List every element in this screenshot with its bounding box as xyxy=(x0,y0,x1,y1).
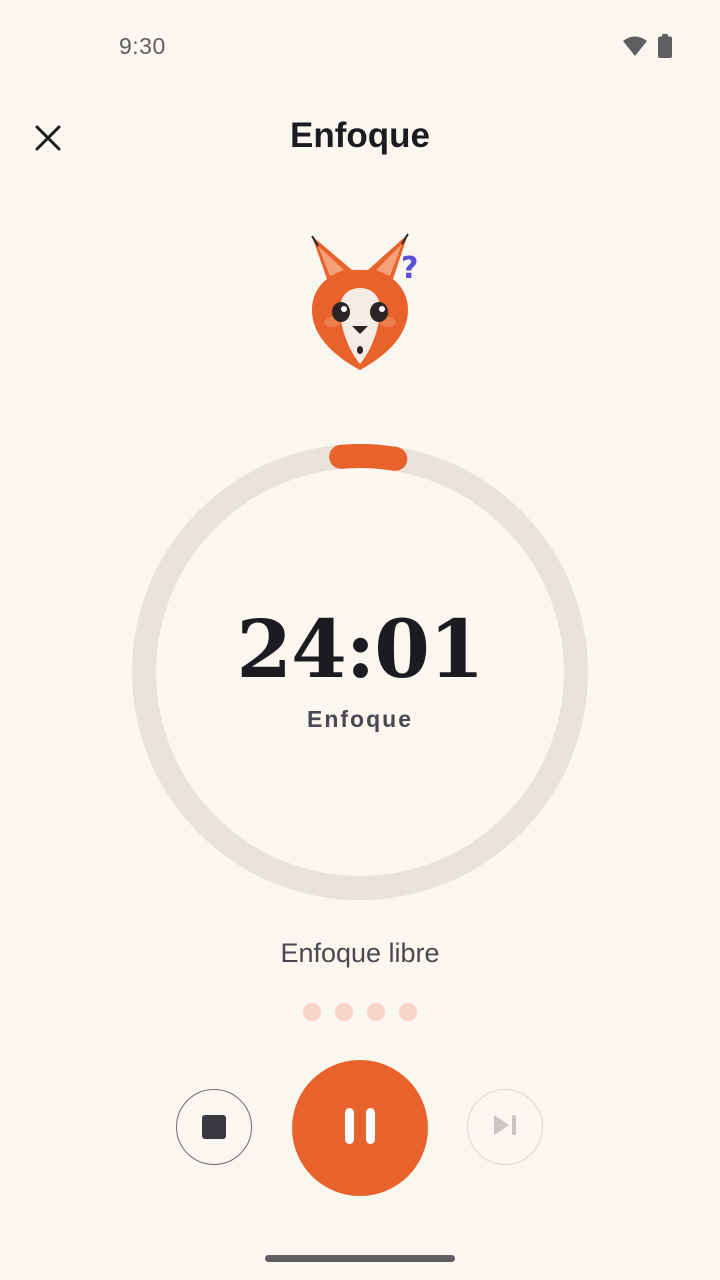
skip-next-icon xyxy=(491,1113,519,1142)
pause-icon xyxy=(343,1106,377,1151)
stop-icon xyxy=(202,1115,226,1139)
status-time: 9:30 xyxy=(119,33,166,59)
round-dot xyxy=(335,1003,353,1021)
status-bar: 9:30 xyxy=(0,0,720,92)
timer-time: 24:01 xyxy=(236,602,484,696)
status-icons xyxy=(622,34,672,63)
skip-button[interactable] xyxy=(467,1089,543,1165)
wifi-icon xyxy=(622,35,648,62)
battery-icon xyxy=(658,34,672,63)
round-dot xyxy=(303,1003,321,1021)
pause-button[interactable] xyxy=(292,1060,428,1196)
round-dot xyxy=(367,1003,385,1021)
round-dots xyxy=(0,1003,720,1021)
page-title: Enfoque xyxy=(290,116,430,155)
fox-confused-icon: ? xyxy=(298,230,422,374)
round-dot xyxy=(399,1003,417,1021)
timer-controls xyxy=(0,1058,720,1198)
top-bar: Enfoque xyxy=(0,92,720,188)
session-name: Enfoque libre xyxy=(280,938,440,968)
home-indicator[interactable] xyxy=(265,1255,455,1262)
timer-mode-label: Enfoque xyxy=(307,706,413,732)
stop-button[interactable] xyxy=(176,1089,252,1165)
svg-text:?: ? xyxy=(401,251,418,286)
timer-ring: 24:01 Enfoque xyxy=(132,444,588,900)
